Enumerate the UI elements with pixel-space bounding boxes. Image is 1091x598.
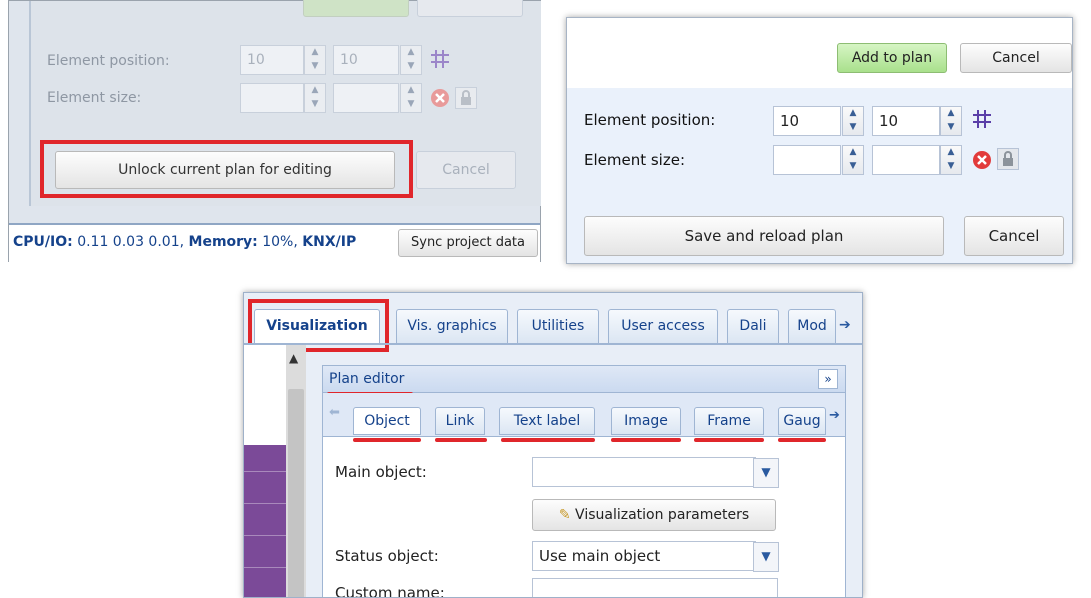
spin-up-icon[interactable]: ▲ [941, 146, 961, 160]
spin-up-icon[interactable]: ▲ [843, 146, 863, 160]
element-size-label: Element size: [584, 151, 686, 169]
main-object-select[interactable] [532, 457, 756, 487]
position-y-spinner: ▲ ▼ [400, 45, 422, 75]
spin-down-icon[interactable]: ▼ [941, 160, 961, 174]
custom-name-field[interactable] [532, 578, 778, 597]
spin-down-icon[interactable]: ▼ [941, 121, 961, 135]
position-x-field: 10 [240, 45, 304, 75]
plan-editor-header: Plan editor » [323, 366, 845, 393]
element-position-label: Element position: [47, 53, 170, 69]
spin-up-icon[interactable]: ▲ [941, 107, 961, 121]
cancel-top-button[interactable]: Cancel [960, 43, 1072, 73]
subtab-underline [435, 438, 487, 442]
left-scrollbar[interactable]: ▲ [286, 345, 306, 597]
size-height-field [333, 83, 399, 113]
subtab-underline [611, 438, 681, 442]
position-x-field[interactable]: 10 [773, 106, 841, 136]
tree-purple-area [244, 445, 286, 597]
size-width-spinner[interactable]: ▲ ▼ [842, 145, 864, 175]
size-height-field[interactable] [872, 145, 940, 175]
dropdown-icon[interactable]: ▼ [753, 542, 779, 572]
add-to-plan-button-disabled [303, 0, 409, 17]
cancel-top-button-disabled [417, 0, 523, 17]
subtab-underline [353, 438, 421, 442]
status-bar: CPU/IO: 0.11 0.03 0.01, Memory: 10%, KNX… [9, 223, 540, 263]
main-object-label: Main object: [335, 463, 427, 481]
tab-utilities[interactable]: Utilities [517, 309, 599, 343]
collapse-panel-icon[interactable]: » [818, 369, 838, 389]
unlock-highlight-box [40, 140, 413, 198]
lock-icon [455, 87, 477, 109]
spin-up-icon: ▲ [407, 47, 415, 57]
remove-icon [429, 87, 451, 109]
scroll-up-icon[interactable]: ▲ [289, 351, 298, 365]
spin-down-icon[interactable]: ▼ [843, 121, 863, 135]
size-height-spinner[interactable]: ▲ ▼ [940, 145, 962, 175]
spin-down-icon: ▼ [311, 99, 319, 109]
subtab-image[interactable]: Image [611, 407, 681, 435]
left-tree-panel [244, 345, 286, 597]
spin-up-icon: ▲ [311, 47, 319, 57]
subtab-underline [501, 438, 595, 442]
tab-scroll-left-icon[interactable]: ⬅ [329, 405, 340, 420]
size-width-field [240, 83, 304, 113]
edit-pencil-icon: ✎ [558, 507, 571, 523]
position-y-field: 10 [333, 45, 399, 75]
subtab-underline [778, 438, 826, 442]
visualization-panel: Visualization Vis. graphics Utilities Us… [243, 292, 863, 598]
visualization-parameters-button[interactable]: ✎ Visualization parameters [532, 499, 776, 531]
remove-icon[interactable] [971, 149, 993, 171]
tab-dali[interactable]: Dali [727, 309, 779, 343]
scrollbar-thumb[interactable] [288, 389, 304, 597]
subtab-object[interactable]: Object [353, 407, 421, 435]
tab-vis-graphics[interactable]: Vis. graphics [396, 309, 508, 343]
plan-editor-panel: Plan editor » ⬅ Object Link Text label I… [322, 365, 846, 598]
spin-down-icon: ▼ [407, 99, 415, 109]
spin-down-icon: ▼ [311, 61, 319, 71]
tab-strip-border [244, 343, 862, 345]
tab-user-access[interactable]: User access [608, 309, 718, 343]
spin-up-icon[interactable]: ▲ [843, 107, 863, 121]
subtab-strip: ⬅ Object Link Text label Image Frame Gau… [323, 393, 845, 437]
save-and-reload-button[interactable]: Save and reload plan [584, 216, 944, 256]
sync-project-data-button[interactable]: Sync project data [398, 229, 538, 257]
cancel-button-disabled: Cancel [416, 151, 516, 189]
subtab-underline [694, 438, 764, 442]
position-x-spinner: ▲ ▼ [304, 45, 326, 75]
position-y-spinner[interactable]: ▲ ▼ [940, 106, 962, 136]
custom-name-label: Custom name: [335, 584, 445, 598]
grid-icon [429, 48, 451, 70]
size-width-spinner: ▲ ▼ [304, 83, 326, 113]
status-object-select[interactable]: Use main object [532, 541, 756, 571]
size-height-spinner: ▲ ▼ [400, 83, 422, 113]
spin-up-icon: ▲ [407, 85, 415, 95]
add-to-plan-button[interactable]: Add to plan [837, 43, 947, 73]
tab-scroll-right-icon[interactable]: ➔ [829, 408, 840, 423]
dropdown-icon[interactable]: ▼ [753, 458, 779, 488]
element-size-label: Element size: [47, 90, 142, 106]
spin-down-icon[interactable]: ▼ [843, 160, 863, 174]
tab-mod[interactable]: Mod [788, 309, 836, 343]
size-width-field[interactable] [773, 145, 841, 175]
spin-up-icon: ▲ [311, 85, 319, 95]
status-object-label: Status object: [335, 547, 439, 565]
subtab-gauge[interactable]: Gaug [778, 407, 826, 435]
position-y-field[interactable]: 10 [872, 106, 940, 136]
subtab-text-label[interactable]: Text label [499, 407, 595, 435]
position-x-spinner[interactable]: ▲ ▼ [842, 106, 864, 136]
status-text: CPU/IO: 0.11 0.03 0.01, Memory: 10%, KNX… [13, 234, 357, 250]
subtab-link[interactable]: Link [435, 407, 485, 435]
spin-down-icon: ▼ [407, 61, 415, 71]
subtab-frame[interactable]: Frame [694, 407, 764, 435]
tab-scroll-right-icon[interactable]: ➔ [839, 317, 851, 333]
cancel-button[interactable]: Cancel [964, 216, 1064, 256]
top-button-strip: Add to plan Cancel [567, 18, 1072, 88]
plan-editor-title: Plan editor [329, 371, 405, 387]
grid-icon[interactable] [971, 108, 993, 130]
locked-plan-panel: Element position: 10 ▲ ▼ 10 ▲ ▼ Element … [8, 0, 541, 263]
lock-icon[interactable] [997, 148, 1019, 170]
unlocked-plan-panel: Add to plan Cancel Element position: 10 … [566, 17, 1073, 264]
element-position-label: Element position: [584, 111, 716, 129]
